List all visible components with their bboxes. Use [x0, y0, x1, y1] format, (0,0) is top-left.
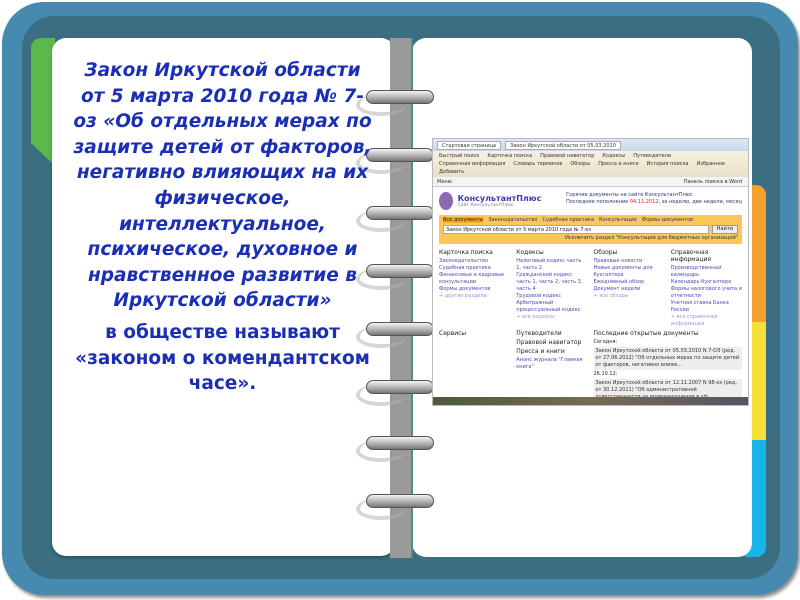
section-title: Кодексы — [516, 249, 544, 256]
toolbar-item: Карточка поиска — [487, 153, 533, 159]
section-more-link: + другие разделы — [439, 293, 488, 299]
brand-subtitle: Сайт КонсультантПлюс — [457, 203, 514, 208]
search-panel: Все документы Законодательство Судебная … — [439, 215, 742, 244]
section-link: Законодательство — [439, 258, 488, 264]
guides-title: Путеводители — [516, 330, 562, 337]
section-column: Карточка поиска Законодательство Судебна… — [439, 249, 510, 328]
brand-logo-icon — [439, 192, 453, 210]
hot-docs-link: Горячие документы на сайте КонсультантПл… — [566, 192, 693, 198]
section-title: Справочная информация — [670, 249, 711, 263]
section-link: Налоговый кодекс часть 1, часть 2 — [516, 258, 582, 271]
recent-day: 26.10.12: — [593, 371, 618, 377]
recent-day: Сегодня: — [593, 339, 618, 345]
toolbar-item: Правовой навигатор — [540, 153, 595, 159]
section-link: Формы налогового учета и отчетности — [670, 286, 742, 299]
update-date: 04.11.2012 — [629, 199, 659, 205]
binder-ring — [366, 436, 434, 450]
brand-name: КонсультантПлюс — [457, 194, 542, 203]
toolbar-item: История поиска — [646, 161, 689, 167]
binder-ring — [366, 322, 434, 336]
section-link: Учетная ставка Банка России — [670, 300, 729, 313]
search-checkbox-label: Исключить раздел "Консультации для бюдже… — [565, 235, 738, 241]
slide-text: Закон Иркутской области от 5 марта 2010 … — [70, 58, 375, 397]
binder-ring — [366, 494, 434, 508]
law-title-text: Закон Иркутской области от 5 марта 2010 … — [73, 60, 372, 312]
binder-ring — [366, 90, 434, 104]
toolbar-item: Кодексы — [602, 153, 626, 159]
toolbar-item: Путеводители — [633, 153, 672, 159]
consultant-plus-screenshot: Стартовая страница Закон Иркутской облас… — [432, 138, 749, 406]
toolbar-item: Добавить — [439, 169, 465, 175]
section-more-link: + вся справочная информация — [670, 314, 718, 327]
recent-docs-column: Последние открытые документы Сегодня: За… — [593, 330, 742, 403]
news-block: Горячие документы на сайте КонсультантПл… — [566, 192, 742, 210]
section-title: Обзоры — [593, 249, 618, 256]
search-input: Закон Иркутской области от 5 марта 2010 … — [443, 225, 709, 234]
section-link: Производственный календарь — [670, 265, 722, 278]
window-tab: Стартовая страница — [437, 140, 502, 150]
section-link: Ежедневный обзор — [593, 279, 645, 285]
section-link: Финансовые и кадровые консультации — [439, 272, 505, 285]
services-column: Сервисы — [439, 330, 510, 403]
section-link: Судебная практика — [439, 265, 491, 271]
section-more-link: + все обзоры — [593, 293, 629, 299]
section-link: Правовые новости — [593, 258, 643, 264]
binder-ring — [366, 148, 434, 162]
nav-bar: Меню Панель поиска в Word — [433, 177, 748, 187]
navigator-title: Правовой навигатор — [516, 339, 582, 346]
section-link: Новые документы для бухгалтера — [593, 265, 653, 278]
toolbar-item: Быстрый поиск — [439, 153, 480, 159]
section-more-link: + все кодексы — [516, 314, 555, 320]
spine-edge — [411, 38, 413, 558]
search-tab: Консультации — [599, 217, 637, 223]
app-toolbar: Быстрый поиск Карточка поиска Правовой н… — [433, 151, 748, 177]
word-search-panel-label: Панель поиска в Word — [683, 179, 742, 185]
binder-ring — [366, 264, 434, 278]
section-column: Кодексы Налоговый кодекс часть 1, часть … — [516, 249, 587, 328]
nickname-text: в обществе называют «законом о комендант… — [75, 321, 370, 395]
section-link: Арбитражный процессуальный кодекс — [516, 300, 581, 313]
taskbar — [433, 397, 748, 405]
section-title: Карточка поиска — [439, 249, 493, 256]
toolbar-item: Словарь терминов — [513, 161, 563, 167]
search-tab: Формы документов — [641, 217, 694, 223]
search-tab: Законодательство — [488, 217, 538, 223]
section-link: Гражданский кодекс часть 1, часть 2, час… — [516, 272, 583, 292]
binder-ring — [366, 380, 434, 394]
section-link: Трудовой кодекс — [516, 293, 562, 299]
services-title: Сервисы — [439, 330, 467, 337]
section-column: Справочная информация Производственный к… — [671, 249, 742, 328]
press-link: Анонс журнала "Главная книга" — [516, 357, 583, 370]
search-button: Найти — [711, 225, 738, 234]
section-link: Документ недели — [593, 286, 641, 292]
press-title: Пресса и книги — [516, 348, 565, 355]
sections-grid: Карточка поиска Законодательство Судебна… — [433, 247, 748, 405]
toolbar-item: Обзоры — [570, 161, 591, 167]
app-header: КонсультантПлюс Сайт КонсультантПлюс Гор… — [433, 187, 748, 212]
section-column: Обзоры Правовые новости Новые документы … — [594, 249, 665, 328]
update-periods: , за неделю, две недели, месяц — [658, 199, 742, 205]
menu-label: Меню — [437, 179, 452, 185]
binder-ring — [366, 206, 434, 220]
guides-column: Путеводители Правовой навигатор Пресса и… — [516, 330, 587, 403]
section-link: Формы документов — [439, 286, 491, 292]
notebook-spine — [390, 38, 412, 558]
recent-title: Последние открытые документы — [593, 330, 699, 337]
search-tab: Все документы — [443, 217, 484, 223]
window-tab: Закон Иркутской области от 05.03.2010 — [505, 140, 621, 150]
toolbar-item: Избранное — [696, 161, 725, 167]
recent-doc: Закон Иркутской области от 05.03.2010 N … — [593, 347, 742, 370]
update-label: Последнее пополнение — [566, 199, 629, 205]
window-titlebar: Стартовая страница Закон Иркутской облас… — [433, 139, 748, 151]
section-link: Календарь бухгалтера — [670, 279, 732, 285]
toolbar-item: Пресса и книги — [598, 161, 639, 167]
search-tab: Судебная практика — [542, 217, 595, 223]
toolbar-item: Справочная информация — [439, 161, 506, 167]
